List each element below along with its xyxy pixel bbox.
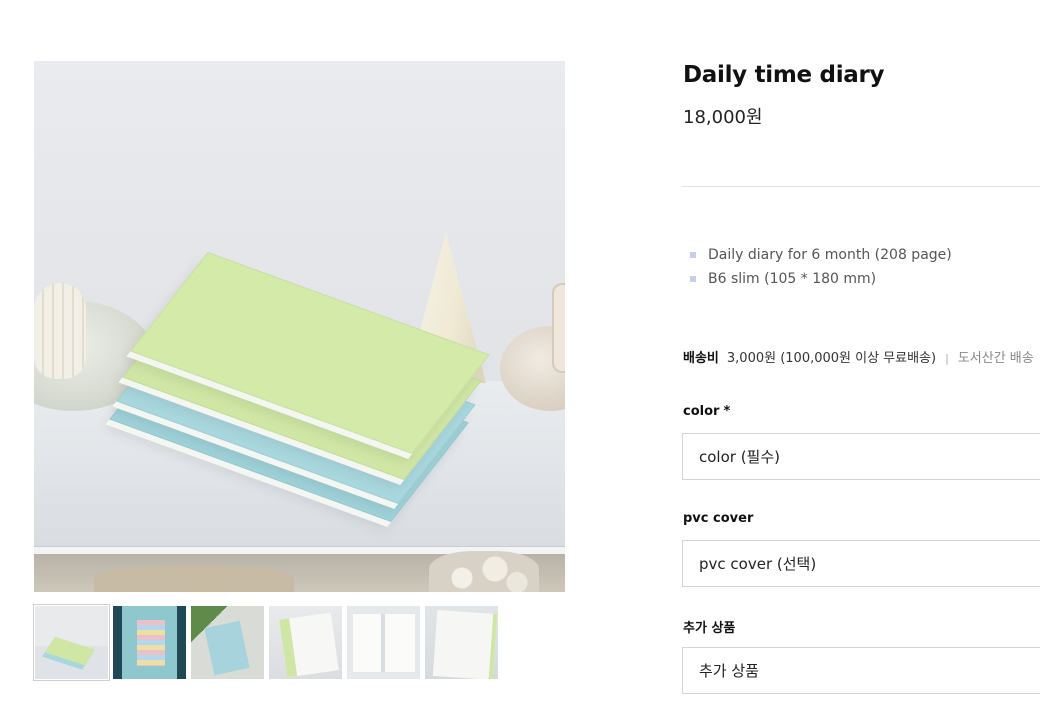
thumbnail-strip: [33, 604, 499, 681]
thumbnail-4[interactable]: [268, 605, 343, 680]
ceramic-cup: [552, 283, 565, 373]
pvc-cover-option-label: pvc cover: [683, 511, 754, 526]
product-title: Daily time diary: [683, 62, 885, 88]
addon-select-value: 추가 상품: [699, 662, 759, 680]
spec-item: B6 slim (105 * 180 mm): [690, 267, 952, 291]
addon-select[interactable]: 추가 상품: [682, 647, 1040, 694]
pvc-cover-select[interactable]: pvc cover (선택): [682, 540, 1040, 587]
thumbnail-2[interactable]: [112, 605, 187, 680]
shipping-info: 배송비 3,000원 (100,000원 이상 무료배송) | 도서산간 배송: [683, 347, 1034, 366]
required-mark: *: [723, 404, 731, 419]
shipping-remote-area[interactable]: 도서산간 배송: [958, 351, 1034, 366]
divider: [681, 186, 1040, 187]
color-option-label: color *: [683, 404, 730, 419]
spec-item: Daily diary for 6 month (208 page): [690, 243, 952, 267]
color-select-value: color (필수): [699, 448, 781, 466]
main-product-image[interactable]: [34, 61, 565, 592]
basket: [94, 566, 294, 592]
color-label-text: color: [683, 404, 720, 419]
color-select[interactable]: color (필수): [682, 433, 1040, 480]
thumbnail-6[interactable]: [424, 605, 499, 680]
coral-decor: [429, 551, 539, 592]
addon-option-label: 추가 상품: [683, 621, 736, 636]
pvc-cover-select-value: pvc cover (선택): [699, 555, 817, 573]
product-detail-page: Daily time diary 18,000원 Daily diary for…: [0, 0, 1040, 720]
product-price: 18,000원: [683, 107, 763, 128]
shipping-separator: |: [945, 352, 949, 365]
thumbnail-3[interactable]: [190, 605, 265, 680]
thumbnail-5[interactable]: [346, 605, 421, 680]
product-specs-list: Daily diary for 6 month (208 page) B6 sl…: [690, 243, 952, 291]
ribbed-vase: [34, 283, 86, 379]
shipping-fee: 3,000원 (100,000원 이상 무료배송): [726, 351, 937, 366]
thumbnail-1[interactable]: [33, 604, 110, 681]
shipping-label: 배송비: [683, 351, 719, 366]
